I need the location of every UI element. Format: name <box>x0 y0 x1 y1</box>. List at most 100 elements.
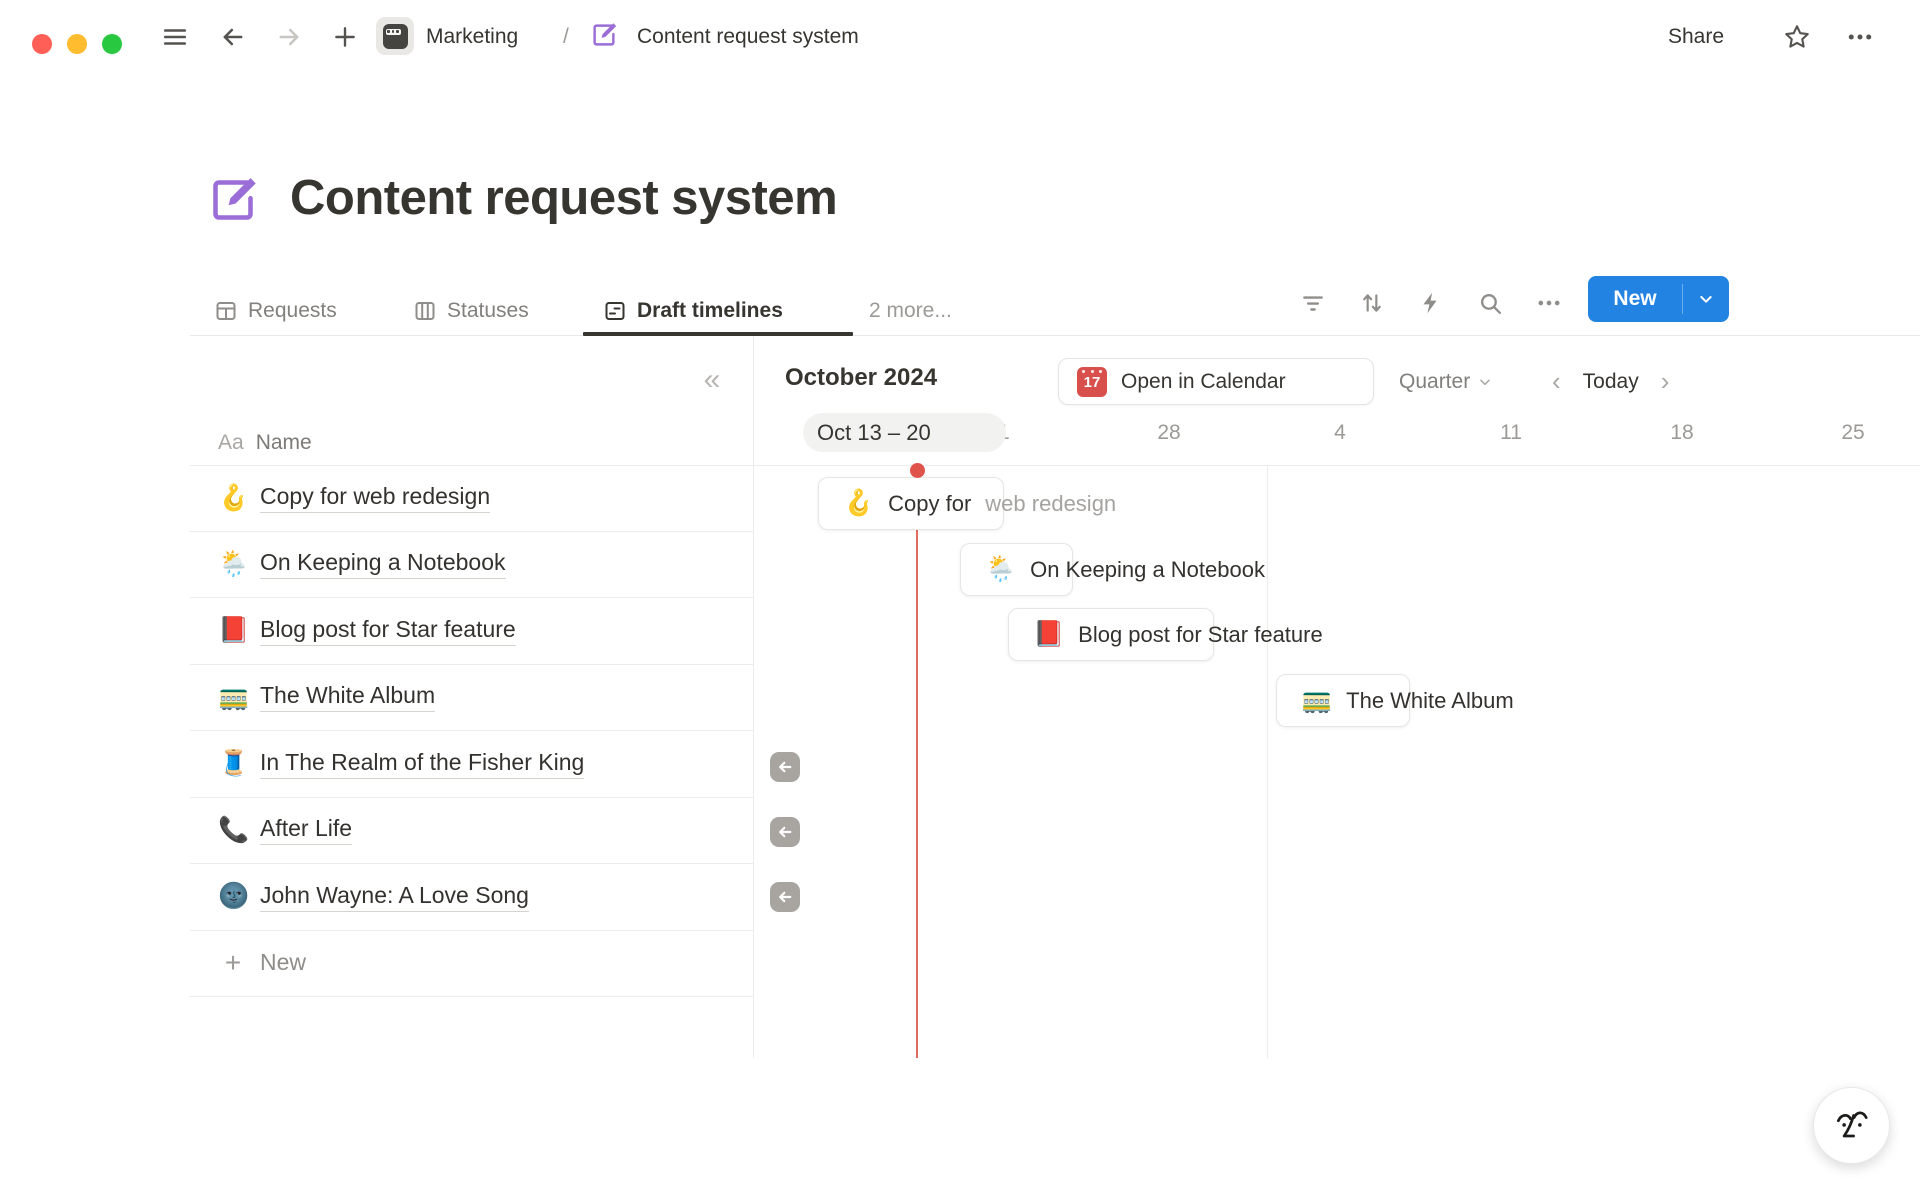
row-title-link[interactable]: John Wayne: A Love Song <box>260 882 529 912</box>
scroll-to-item-button[interactable] <box>770 752 800 782</box>
breadcrumb-separator: / <box>563 22 569 52</box>
current-week-pill[interactable]: Oct 13 – 20 <box>803 413 1006 452</box>
row-emoji-icon: 🪝 <box>218 484 248 513</box>
column-type-icon: Aa <box>218 431 244 455</box>
zoom-window-button[interactable] <box>102 34 122 54</box>
share-button[interactable]: Share <box>1668 22 1724 52</box>
header-divider <box>190 465 1920 466</box>
row-emoji-icon: 🧵 <box>218 749 248 778</box>
titlebar: Marketing / Content request system Share <box>0 0 1920 73</box>
card-emoji-icon: 🌦️ <box>985 555 1016 584</box>
timeline-navigation: ‹ Today › <box>1552 358 1669 405</box>
timeline-icon <box>603 299 627 323</box>
row-emoji-icon: 🌚 <box>218 882 248 911</box>
date-tick: 25 <box>1841 421 1864 445</box>
row-title-link[interactable]: After Life <box>260 815 352 845</box>
new-dropdown-button[interactable] <box>1683 276 1729 322</box>
breadcrumb-page[interactable]: Content request system <box>637 22 859 52</box>
card-emoji-icon: 🚃 <box>1301 686 1332 715</box>
breadcrumb-page-icon <box>589 20 619 50</box>
row-title-link[interactable]: On Keeping a Notebook <box>260 549 506 579</box>
new-page-icon[interactable] <box>330 22 360 52</box>
notion-window: Marketing / Content request system Share… <box>0 0 1920 1200</box>
timeline-month-label: October 2024 <box>785 364 937 392</box>
breadcrumb-workspace[interactable]: Marketing <box>426 22 518 52</box>
tab-statuses[interactable]: Statuses <box>413 288 529 334</box>
table-row[interactable]: 🚃 The White Album <box>190 665 753 732</box>
card-title: Copy for <box>888 491 971 517</box>
automations-lightning-icon[interactable] <box>1413 285 1449 321</box>
arrow-left-icon <box>776 758 794 776</box>
row-emoji-icon: 🚃 <box>218 683 248 712</box>
arrow-left-icon <box>776 823 794 841</box>
notion-ai-button[interactable] <box>1813 1087 1890 1164</box>
row-title-link[interactable]: In The Realm of the Fisher King <box>260 749 584 779</box>
search-icon[interactable] <box>1472 285 1508 321</box>
table-row[interactable]: 🧵 In The Realm of the Fisher King <box>190 731 753 798</box>
page-title: Content request system <box>290 170 837 226</box>
new-button[interactable]: New <box>1588 276 1682 322</box>
timeline-card[interactable]: 🌦️On Keeping a Notebook <box>960 543 1073 596</box>
month-gridline <box>1267 466 1268 1058</box>
table-row[interactable]: 🌚 John Wayne: A Love Song <box>190 864 753 931</box>
view-options-icon[interactable] <box>1531 285 1567 321</box>
date-tick: 28 <box>1157 421 1180 445</box>
date-tick: 18 <box>1670 421 1693 445</box>
new-row-label: New <box>260 949 306 978</box>
row-emoji-icon: 📞 <box>218 816 248 845</box>
panel-divider[interactable] <box>753 336 754 1058</box>
sort-icon[interactable] <box>1354 285 1390 321</box>
today-button[interactable]: Today <box>1583 370 1639 394</box>
calendar-icon: 17 <box>1077 367 1107 397</box>
scroll-to-item-button[interactable] <box>770 882 800 912</box>
open-in-calendar-button[interactable]: 17 Open in Calendar <box>1058 358 1374 405</box>
timeline-zoom-select[interactable]: Quarter <box>1399 358 1492 405</box>
prev-week-button[interactable]: ‹ <box>1552 366 1561 397</box>
card-title: Blog post for Star feature <box>1078 622 1323 648</box>
today-dot <box>910 463 925 478</box>
row-emoji-icon: 🌦️ <box>218 550 248 579</box>
table-row[interactable]: 📕Blog post for Star feature <box>190 598 753 665</box>
chevron-down-icon <box>1478 375 1492 389</box>
breadcrumb-workspace-icon[interactable] <box>376 17 414 55</box>
page-icon[interactable] <box>205 172 261 228</box>
scroll-to-item-button[interactable] <box>770 817 800 847</box>
sidebar-menu-icon[interactable] <box>160 22 190 52</box>
tab-draft-timelines[interactable]: Draft timelines <box>603 288 783 334</box>
table-row[interactable]: 🌦️ On Keeping a Notebook <box>190 532 753 599</box>
table-row[interactable]: 🪝 Copy for web redesign <box>190 465 753 532</box>
minimize-window-button[interactable] <box>67 34 87 54</box>
tab-requests[interactable]: Requests <box>214 288 337 334</box>
collapse-table-icon[interactable]: « <box>694 362 730 398</box>
close-window-button[interactable] <box>32 34 52 54</box>
timeline-card[interactable]: 📕Blog post for Star feature <box>1008 608 1214 661</box>
open-in-calendar-label: Open in Calendar <box>1121 370 1286 394</box>
card-emoji-icon: 🪝 <box>843 489 874 518</box>
table-row[interactable]: 📞 After Life <box>190 798 753 865</box>
row-title-link[interactable]: Copy for web redesign <box>260 483 490 513</box>
tab-label: Requests <box>248 299 337 323</box>
card-title: The White Album <box>1346 688 1514 714</box>
filter-icon[interactable] <box>1295 285 1331 321</box>
zoom-level-label: Quarter <box>1399 370 1470 394</box>
card-title: On Keeping a Notebook <box>1030 557 1265 583</box>
ai-face-icon <box>1831 1105 1873 1147</box>
back-icon[interactable] <box>218 22 248 52</box>
active-tab-underline <box>583 332 853 336</box>
date-tick: 11 <box>1500 421 1522 445</box>
favorite-star-icon[interactable] <box>1782 22 1812 52</box>
row-title-link[interactable]: Blog post for Star feature <box>260 616 516 646</box>
timeline-card[interactable]: 🪝Copy forweb redesign <box>818 477 1004 530</box>
row-title-link[interactable]: The White Album <box>260 682 435 712</box>
forward-icon[interactable] <box>274 22 304 52</box>
timeline-card[interactable]: 🚃The White Album <box>1276 674 1410 727</box>
today-line <box>916 466 918 1058</box>
arrow-left-icon <box>776 888 794 906</box>
plus-icon: + <box>218 947 248 979</box>
column-name-label: Name <box>256 431 312 455</box>
table-column-header[interactable]: Aa Name <box>190 420 312 465</box>
more-options-icon[interactable] <box>1845 22 1875 52</box>
table-new-row-button[interactable]: + New <box>190 931 753 998</box>
next-week-button[interactable]: › <box>1661 366 1670 397</box>
more-tabs-button[interactable]: 2 more... <box>869 288 952 334</box>
